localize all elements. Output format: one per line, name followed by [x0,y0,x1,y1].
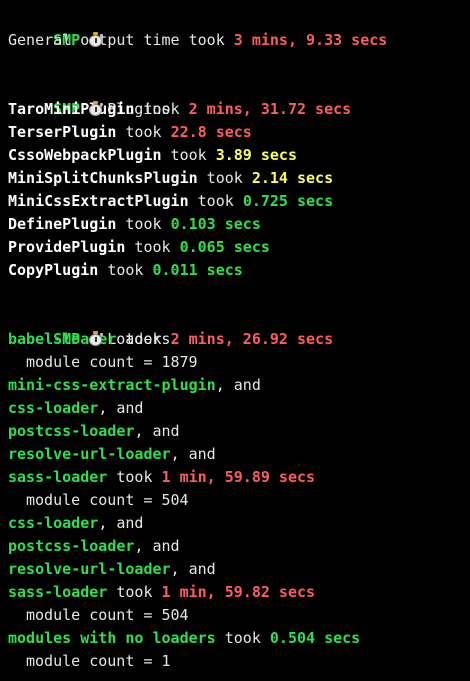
took-text: took [107,583,162,601]
plugin-name: CssoWebpackPlugin [8,146,162,164]
and-text: , and [134,537,180,555]
loader-name: css-loader [8,399,99,417]
loader-name: sass-loader [8,468,108,486]
loader-name: postcss-loader [8,422,135,440]
plugin-row: ProvidePlugin took 0.065 secs [0,236,470,259]
module-count-label: module count = [26,491,162,509]
loader-name: postcss-loader [8,537,135,555]
took-text: took [98,261,153,279]
module-count-value: 504 [161,491,189,509]
took-text: took [161,146,216,164]
plugin-time: 22.8 secs [170,123,252,141]
plugin-row: TaroMiniPlugin took 2 mins, 31.72 secs [0,98,470,121]
plugin-name: TaroMiniPlugin [8,100,135,118]
loader-row: css-loader, and [0,512,470,535]
module-count-value: 1879 [161,353,198,371]
loaders-list: babel-loader took 2 mins, 26.92 secs modu… [0,328,470,673]
loader-time: 0.504 secs [269,629,361,647]
and-text: , and [98,514,144,532]
general-prefix: General output time took [8,31,234,49]
loader-row: babel-loader took 2 mins, 26.92 secs [0,328,470,351]
loader-name: css-loader [8,514,99,532]
loader-name: modules with no loaders [8,629,216,647]
took-text: took [116,215,171,233]
plugin-time: 0.011 secs [152,261,243,279]
took-text: took [116,330,171,348]
plugin-name: TerserPlugin [8,123,117,141]
plugin-row: MiniSplitChunksPlugin took 2.14 secs [0,167,470,190]
smp-loaders-header: SMP Loaders [0,305,470,348]
plugin-name: MiniSplitChunksPlugin [8,169,198,187]
plugin-time: 3.89 secs [215,146,297,164]
smp-plugins-header: SMP Plugins [0,75,470,118]
loader-row: sass-loader took 1 min, 59.82 secs [0,581,470,604]
plugin-row: DefinePlugin took 0.103 secs [0,213,470,236]
loader-row: resolve-url-loader, and [0,558,470,581]
and-text: , and [134,422,180,440]
took-text: took [125,238,180,256]
took-text: took [188,192,243,210]
module-count-value: 504 [161,606,189,624]
plugin-name: ProvidePlugin [8,238,126,256]
plugin-time: 0.725 secs [242,192,334,210]
plugins-list: TaroMiniPlugin took 2 mins, 31.72 secs Te… [0,98,470,282]
plugin-name: CopyPlugin [8,261,99,279]
loader-time: 1 min, 59.82 secs [161,583,316,601]
took-text: took [116,123,171,141]
module-count-row: module count = 1 [0,650,470,673]
stopwatch-icon [88,32,104,47]
loader-row: postcss-loader, and [0,420,470,443]
loader-name: resolve-url-loader [8,560,171,578]
and-text: , and [98,399,144,417]
loader-row: mini-css-extract-plugin, and [0,374,470,397]
loader-name: resolve-url-loader [8,445,171,463]
loader-row: postcss-loader, and [0,535,470,558]
and-text: , and [215,376,261,394]
module-count-row: module count = 1879 [0,351,470,374]
plugin-row: CopyPlugin took 0.011 secs [0,259,470,282]
stopwatch-icon [88,101,104,116]
plugin-row: MiniCssExtractPlugin took 0.725 secs [0,190,470,213]
and-text: , and [170,560,216,578]
module-count-label: module count = [26,652,162,670]
loader-row: sass-loader took 1 min, 59.89 secs [0,466,470,489]
module-count-row: module count = 504 [0,489,470,512]
general-output-line: General output time took 3 mins, 9.33 se… [0,29,470,52]
plugin-time: 0.065 secs [179,238,270,256]
plugin-row: TerserPlugin took 22.8 secs [0,121,470,144]
module-count-row: module count = 504 [0,604,470,627]
and-text: , and [170,445,216,463]
loader-row: css-loader, and [0,397,470,420]
took-text: took [197,169,252,187]
loader-time: 1 min, 59.89 secs [161,468,316,486]
plugin-time: 2.14 secs [251,169,334,187]
plugin-name: DefinePlugin [8,215,117,233]
plugin-time: 0.103 secs [170,215,261,233]
smp-general-header: SMP [0,6,470,49]
loader-row: modules with no loaders took 0.504 secs [0,627,470,650]
module-count-label: module count = [26,606,162,624]
module-count-value: 1 [161,652,171,670]
plugin-time: 2 mins, 31.72 secs [188,100,352,118]
general-time: 3 mins, 9.33 secs [233,31,388,49]
loader-row: resolve-url-loader, and [0,443,470,466]
loader-name: mini-css-extract-plugin [8,376,216,394]
took-text: took [134,100,189,118]
took-text: took [215,629,270,647]
loader-name: sass-loader [8,583,108,601]
module-count-label: module count = [26,353,162,371]
stopwatch-icon [88,331,104,346]
took-text: took [107,468,162,486]
terminal-output: SMP General output time took 3 mins, 9.3… [0,0,470,681]
plugin-name: MiniCssExtractPlugin [8,192,189,210]
plugin-row: CssoWebpackPlugin took 3.89 secs [0,144,470,167]
loader-time: 2 mins, 26.92 secs [170,330,334,348]
